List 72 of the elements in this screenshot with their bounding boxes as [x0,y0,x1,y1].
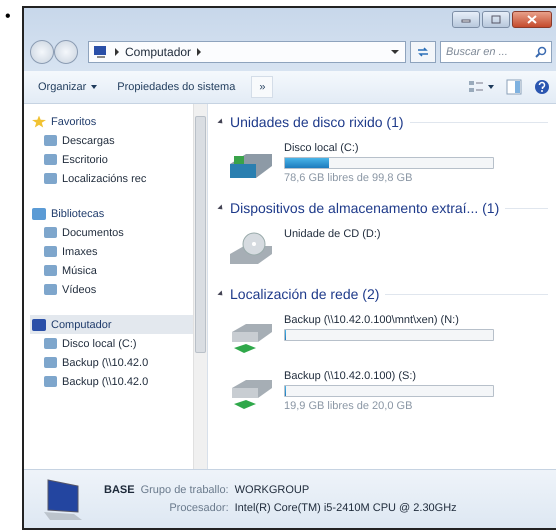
scrollbar-thumb[interactable] [195,116,206,353]
folder-icon [44,338,57,349]
breadcrumb[interactable]: Computador [125,45,192,59]
free-space-text: 78,6 GB libres de 99,8 GB [284,172,414,184]
sidebar-item[interactable]: Disco local (C:) [30,334,193,353]
refresh-icon [416,46,430,58]
folder-icon [44,265,57,276]
drive-name: Disco local (C:) [284,142,360,154]
search-field[interactable]: Buscar en ... [440,41,552,63]
sidebar-group[interactable]: Computador [30,315,193,334]
sidebar-item[interactable]: Backup (\\10.42.0 [30,372,193,391]
drive-item[interactable]: Disco local (C:) 78,6 GB libres de 99,8 GB [218,134,548,190]
drive-name: Backup (\\10.42.0.100\mnt\xen) (N:) [284,314,460,326]
folder-icon [44,135,57,146]
view-options-icon[interactable] [468,80,484,94]
maximize-button[interactable] [482,11,510,28]
processor-value: Intel(R) Core(TM) i5-2410M CPU @ 2.30GHz [234,502,457,514]
system-properties-button[interactable]: Propiedades do sistema [113,79,240,95]
folder-icon [44,357,57,368]
collapse-arrow-icon[interactable] [217,204,225,212]
sidebar-item[interactable]: Backup (\\10.42.0 [30,353,193,372]
group-icon [32,318,46,330]
sidebar-group[interactable]: Favoritos [30,112,193,131]
sidebar-item[interactable]: Imaxes [30,242,193,261]
sidebar-item[interactable]: Música [30,261,193,280]
folder-icon [44,227,57,238]
collapse-arrow-icon[interactable] [217,290,225,298]
minimize-icon [461,16,471,22]
list-bullet: • [5,8,11,26]
folder-icon [44,246,57,257]
scrollbar[interactable] [193,104,207,469]
folder-icon [44,154,57,165]
drive-item[interactable]: Backup (\\10.42.0.100) (S:) 19,9 GB libres de 20,0 GB [218,362,548,418]
collapse-arrow-icon[interactable] [217,118,225,126]
sidebar-item[interactable]: Escritorio [30,150,193,169]
address-bar[interactable]: Computador [88,41,406,63]
organize-menu-button[interactable]: Organizar [34,79,102,95]
folder-icon [44,173,57,184]
refresh-button[interactable] [410,41,436,63]
help-icon[interactable] [534,79,550,95]
close-icon [527,15,537,24]
sidebar-item[interactable]: Localizacións rec [30,169,193,188]
workgroup-label: Grupo de traballo: [140,484,229,496]
sidebar-item[interactable]: Vídeos [30,280,193,299]
close-button[interactable] [512,11,552,28]
view-caret-icon[interactable] [488,85,494,89]
workgroup-value: WORKGROUP [234,484,310,496]
dropdown-caret-icon[interactable] [391,50,399,54]
folder-icon [44,284,57,295]
sidebar-item[interactable]: Descargas [30,131,193,150]
section-header[interactable]: Unidades de disco rixido (1) [230,114,404,130]
preview-pane-icon[interactable] [506,79,522,95]
free-space-text: 19,9 GB libres de 20,0 GB [284,400,414,412]
breadcrumb-arrow-icon [115,48,119,56]
computer-icon [93,45,109,59]
maximize-icon [491,15,501,24]
more-commands-button[interactable]: » [251,76,274,98]
processor-label: Procesador: [168,502,229,514]
sidebar-group[interactable]: Bibliotecas [30,204,193,223]
minimize-button[interactable] [452,11,480,28]
group-icon [32,208,46,220]
drive-item[interactable]: Backup (\\10.42.0.100\mnt\xen) (N:) [218,306,548,362]
section-header[interactable]: Localización de rede (2) [230,286,380,302]
computer-name: BASE [104,484,135,496]
drive-item[interactable]: Unidade de CD (D:) [218,220,548,276]
folder-icon [44,376,57,387]
search-icon [535,46,547,58]
breadcrumb-arrow-icon [197,48,202,56]
sidebar-item[interactable]: Documentos [30,223,193,242]
drive-name: Backup (\\10.42.0.100) (S:) [284,370,418,382]
drive-name: Unidade de CD (D:) [284,228,382,240]
section-header[interactable]: Dispositivos de almacenamento extraí... (1) [230,200,500,216]
